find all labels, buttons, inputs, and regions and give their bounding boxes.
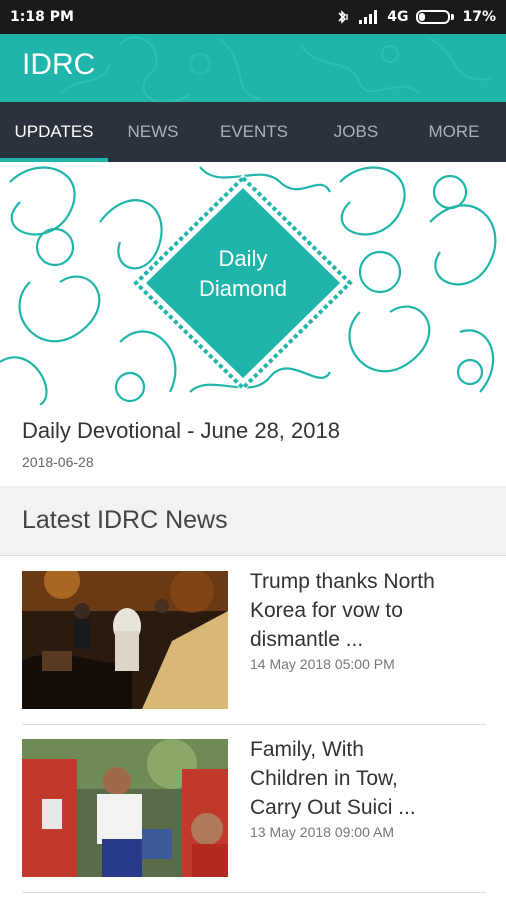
news-date: 14 May 2018 05:00 PM (250, 656, 395, 672)
headline-line: Korea for vow to (250, 599, 403, 622)
news-text: Family, With Children in Tow, Carry Out … (250, 735, 486, 840)
status-icons: 4G 17% (335, 9, 496, 25)
banner-line-2: Diamond (198, 276, 288, 301)
battery-level-fill (419, 13, 425, 21)
tab-events[interactable]: EVENTS (198, 102, 310, 162)
rescue-workers-image (22, 739, 228, 877)
battery-percent: 17% (462, 9, 496, 25)
tab-label: EVENTS (219, 122, 289, 141)
status-time: 1:18 PM (10, 9, 74, 25)
devotional-date: 2018-06-28 (22, 454, 94, 470)
night-emergency-scene-image (22, 571, 228, 709)
news-text: Trump thanks North Korea for vow to dism… (250, 567, 486, 672)
tab-bar: UPDATES NEWS EVENTS JOBS MORE (0, 102, 506, 162)
news-headline: Trump thanks North Korea for vow to dism… (250, 567, 486, 654)
news-date: 13 May 2018 09:00 AM (250, 824, 394, 840)
tab-news[interactable]: NEWS (108, 102, 198, 162)
headline-line: Trump thanks North (250, 570, 435, 593)
banner-line-1: Daily (218, 246, 268, 271)
bluetooth-vibrate-icon (338, 10, 348, 24)
headline-line: Carry Out Suici ... (250, 796, 416, 819)
network-type: 4G (387, 9, 409, 25)
daily-diamond-banner[interactable]: Daily Diamond (0, 162, 506, 405)
headline-line: Children in Tow, (250, 767, 398, 790)
tab-label: MORE (428, 122, 480, 141)
news-item[interactable]: Family, With Children in Tow, Carry Out … (22, 725, 486, 893)
tab-jobs[interactable]: JOBS (310, 102, 402, 162)
headline-line: dismantle ... (250, 628, 364, 651)
tab-more[interactable]: MORE (402, 102, 506, 162)
app-title: IDRC (22, 48, 96, 81)
tab-label: JOBS (333, 122, 379, 141)
devotional-title[interactable]: Daily Devotional - June 28, 2018 (22, 418, 340, 444)
news-section-header: Latest IDRC News (0, 486, 506, 556)
battery-icon (416, 10, 455, 24)
news-item[interactable]: Trump thanks North Korea for vow to dism… (22, 557, 486, 725)
tab-label: UPDATES (14, 122, 94, 141)
news-headline: Family, With Children in Tow, Carry Out … (250, 735, 486, 822)
app-bar: IDRC (0, 34, 506, 102)
headline-line: Family, With (250, 738, 364, 761)
status-bar: 1:18 PM 4G 17% (0, 0, 506, 34)
signal-icon (359, 10, 378, 24)
tab-updates[interactable]: UPDATES (0, 102, 108, 162)
banner-label: Daily Diamond (168, 244, 318, 304)
section-title: Latest IDRC News (22, 506, 228, 534)
tab-label: NEWS (127, 122, 179, 141)
